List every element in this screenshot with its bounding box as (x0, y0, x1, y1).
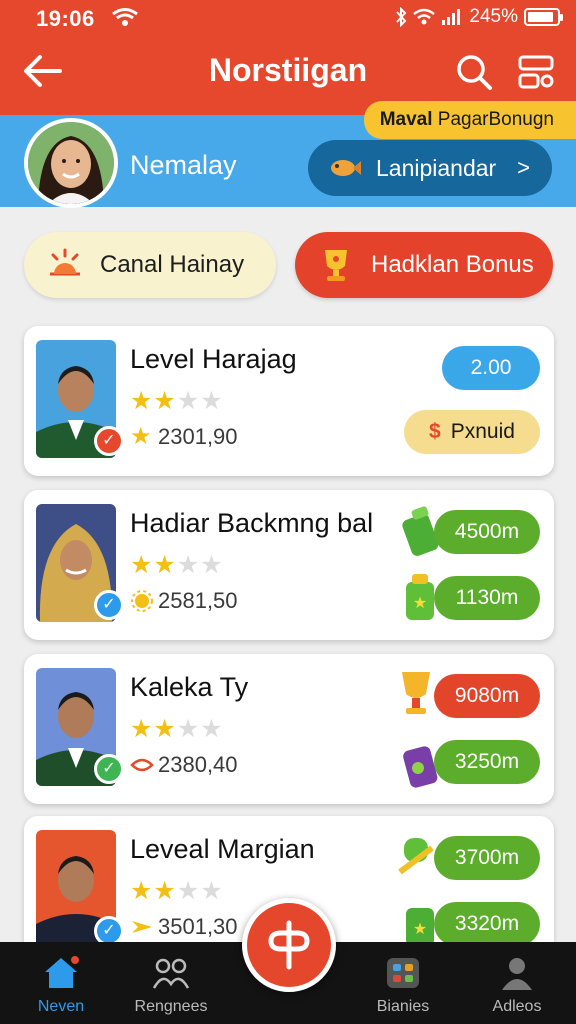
amount-chip[interactable]: 4500m (434, 510, 540, 554)
status-bar: 19:06 245% (0, 0, 576, 36)
avatar-portrait (28, 122, 114, 204)
hadklan-bonus-button[interactable]: Hadklan Bonus (295, 232, 553, 298)
trophy-icon (402, 672, 430, 714)
currency-icon: $ (429, 420, 441, 443)
amount-chip-label: 9080m (454, 684, 520, 707)
canal-hainay-button[interactable]: Canal Hainay (24, 232, 276, 298)
status-time: 19:06 (36, 6, 95, 31)
star-rating: ★★★★ (130, 387, 224, 415)
hadklan-bonus-label: Hadklan Bonus (371, 251, 534, 278)
amount-chip[interactable]: 3700m (434, 836, 540, 880)
amount-chip[interactable]: 3250m (434, 740, 540, 784)
card-score-value: 2380,40 (158, 752, 238, 777)
nav-item-adleos[interactable]: Adleos (462, 942, 572, 1024)
card-name: Kaleka Ty (130, 672, 249, 702)
person-icon (502, 958, 532, 990)
nav-label: Neven (37, 998, 85, 1015)
verified-badge: ✓ (94, 426, 124, 456)
star-rating: ★★★★ (130, 551, 224, 579)
star-rating: ★★★★ (130, 715, 224, 743)
trophy-icon (398, 838, 434, 875)
card-score: 2581,50 (130, 588, 238, 614)
amount-chip-label: 3250m (454, 750, 520, 773)
promo-tag-text: PagarBonugn (437, 109, 554, 130)
card-score-value: 2301,90 (158, 424, 238, 449)
amount-chip-label: 4500m (454, 520, 520, 543)
card-score: 2380,40 (130, 752, 238, 778)
sun-icon (131, 590, 153, 612)
home-icon (45, 956, 79, 988)
card-score-value: 2581,50 (158, 588, 238, 613)
status-indicators: 245% (395, 6, 563, 28)
verified-badge: ✓ (94, 590, 124, 620)
profile-name: Nemalay (130, 150, 237, 180)
fish-icon (331, 160, 361, 176)
amount-chip-label: 3320m (454, 912, 520, 935)
avatar[interactable] (24, 118, 118, 208)
star-rating: ★★★★ (130, 877, 224, 905)
sun-icon (50, 248, 80, 276)
nav-label: Adleos (492, 998, 542, 1015)
arrow-icon (132, 921, 152, 933)
wifi-icon (112, 8, 138, 26)
card-name: Level Harajag (130, 344, 297, 374)
plus-icon (268, 920, 310, 970)
promo-tag-bold: Maval (379, 109, 433, 130)
center-action-button[interactable] (242, 898, 336, 992)
nav-label: Bianies (376, 998, 430, 1015)
chevron-right-icon: > (517, 155, 530, 180)
ribbon-icon (130, 758, 154, 772)
lanipiandar-label: Lanipiandar (376, 154, 497, 181)
pxnuid-chip[interactable]: $ Pxnuid (404, 410, 540, 454)
grid-icon (387, 958, 419, 988)
list-item[interactable]: ✓ Level Harajag ★★★★ ★ 2301,90 2.00 $ Px… (24, 326, 554, 476)
star-icon: ★ (130, 423, 152, 450)
svg-text:★: ★ (413, 921, 427, 938)
wifi-icon (413, 8, 436, 25)
search-icon[interactable] (454, 52, 494, 92)
card-name: Hadiar Backmng bal (130, 508, 374, 538)
group-icon (153, 958, 189, 989)
trophy-icon (325, 250, 347, 281)
card-score: ★ 2301,90 (130, 424, 238, 450)
lanipiandar-button[interactable]: Lanipiandar > (308, 140, 552, 196)
nav-item-rengnees[interactable]: Rengnees (116, 942, 226, 1024)
amount-chip[interactable]: 1130m (434, 576, 540, 620)
card-score: 3501,30 (130, 914, 238, 940)
signal-icon (442, 9, 461, 25)
value-chip[interactable]: 2.00 (442, 346, 540, 390)
card-score-value: 3501,30 (158, 914, 238, 939)
filter-icon[interactable] (516, 52, 556, 92)
nav-item-neven[interactable]: Neven (6, 942, 116, 1024)
app-header: 19:06 245% Norstiigan (0, 0, 576, 115)
promo-tag[interactable]: Maval PagarBonugn (363, 101, 576, 139)
nav-label: Rengnees (134, 998, 208, 1015)
battery-fill (528, 12, 553, 22)
amount-chip-label: 1130m (455, 586, 519, 609)
list-item[interactable]: ✓ Kaleka Ty ★★★★ 2380,40 9080m 3250m (24, 654, 554, 804)
svg-text:★: ★ (413, 595, 427, 612)
battery-percent: 245% (469, 6, 518, 27)
nav-item-bianies[interactable]: Bianies (348, 942, 458, 1024)
verified-badge: ✓ (94, 754, 124, 784)
canal-hainay-label: Canal Hainay (100, 251, 245, 278)
amount-chip-label: 3700m (454, 846, 520, 869)
pxnuid-chip-label: Pxnuid (450, 420, 515, 443)
value-chip-label: 2.00 (470, 356, 512, 379)
battery-icon (524, 8, 563, 26)
amount-chip[interactable]: 3320m (434, 902, 540, 946)
amount-chip[interactable]: 9080m (434, 674, 540, 718)
bluetooth-icon (396, 7, 407, 27)
list-item[interactable]: ✓ Hadiar Backmng bal ★★★★ 2581,50 4500m … (24, 490, 554, 640)
card-name: Leveal Margian (130, 834, 315, 864)
